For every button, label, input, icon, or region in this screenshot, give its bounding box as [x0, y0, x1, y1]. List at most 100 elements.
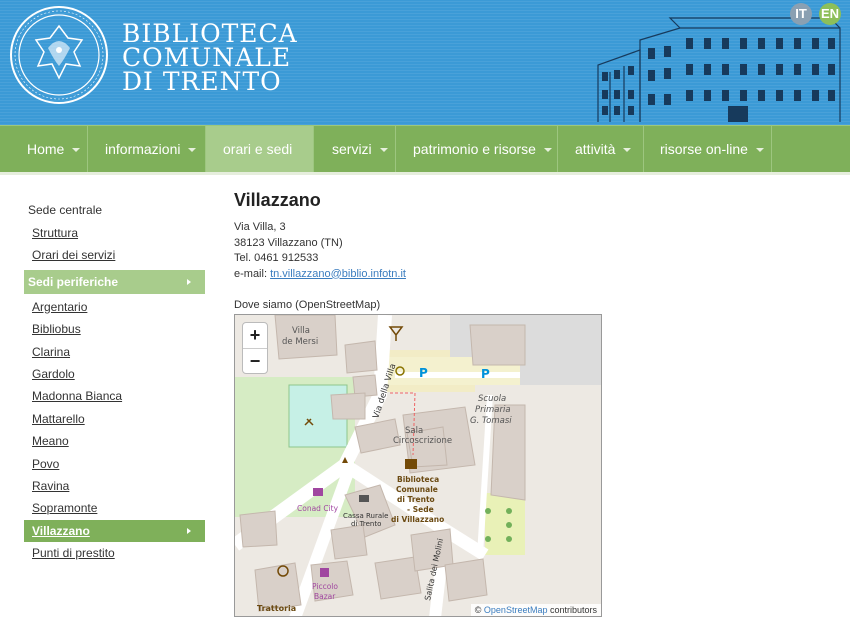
chevron-down-icon	[72, 148, 81, 153]
chevron-down-icon	[755, 148, 764, 153]
map-label-piccolo: Piccolo	[312, 582, 338, 591]
sidebar-item-madonna-bianca[interactable]: Madonna Bianca	[24, 385, 205, 407]
nav-home-label: Home	[27, 141, 65, 157]
email-link[interactable]: tn.villazzano@biblio.infotn.it	[270, 268, 406, 280]
nav-servizi-label: servizi	[332, 141, 372, 157]
map-label-biblioteca-5: di Villazzano	[391, 515, 444, 524]
bank-icon	[359, 495, 369, 502]
map-building	[330, 524, 368, 560]
attribution-prefix: ©	[474, 605, 484, 615]
library-building-illustration	[597, 17, 841, 122]
site-logo-text[interactable]: BIBLIOTECA COMUNALE DI TRENTO	[122, 21, 298, 96]
sidebar-item-mattarello[interactable]: Mattarello	[24, 408, 205, 430]
map-building	[330, 392, 366, 420]
sidebar-item-clarina[interactable]: Clarina	[24, 341, 205, 363]
lang-it-button[interactable]: IT	[790, 3, 812, 25]
sidebar-item-sopramonte[interactable]: Sopramonte	[24, 497, 205, 519]
map-label-cassa: Cassa Rurale	[343, 512, 388, 520]
map-label-biblioteca: Biblioteca	[397, 475, 439, 484]
sidebar-item-povo[interactable]: Povo	[24, 453, 205, 475]
sidebar-item-villazzano-label: Villazzano	[32, 523, 90, 538]
map-label-piccolo-2: Bazar	[314, 592, 336, 601]
nav-risorse-on-line[interactable]: risorse on-line	[644, 126, 772, 173]
map-label-villa: Villa	[292, 326, 310, 336]
city-seal-logo[interactable]	[8, 4, 110, 106]
nav-orari-e-sedi[interactable]: orari e sedi	[206, 126, 314, 173]
telephone: Tel. 0461 912533	[234, 252, 319, 264]
chevron-down-icon	[188, 148, 197, 153]
chevron-down-icon	[623, 148, 632, 153]
nav-attivita[interactable]: attività	[558, 126, 644, 173]
map-label-sala-2: Circoscrizione	[393, 436, 452, 446]
tree-icon	[506, 536, 512, 542]
tree-icon	[506, 508, 512, 514]
nav-informazioni[interactable]: informazioni	[88, 126, 206, 173]
sidebar-group-sedi-periferiche[interactable]: Sedi periferiche	[24, 269, 205, 294]
sidebar-item-orari-dei-servizi[interactable]: Orari dei servizi	[24, 244, 205, 266]
map-attribution: © OpenStreetMap contributors	[470, 604, 601, 616]
map-building	[469, 324, 526, 366]
nav-bottom-border	[0, 172, 850, 175]
nav-attivita-label: attività	[575, 141, 616, 157]
map-label-scuola-2: Primaria	[475, 405, 511, 415]
map-building	[444, 558, 488, 602]
gift-shop-icon	[320, 568, 329, 577]
attribution-suffix: contributors	[547, 605, 597, 615]
map-label-biblioteca-2: Comunale	[396, 485, 438, 494]
map-zoom-control: + −	[242, 322, 268, 374]
email-label: e-mail:	[234, 267, 271, 280]
map-label-conad: Conad City	[297, 504, 339, 513]
sidebar-item-struttura[interactable]: Struttura	[24, 222, 205, 244]
main-navigation: Home informazioni orari e sedi servizi p…	[0, 125, 850, 173]
chevron-right-icon	[187, 278, 191, 285]
page-title: Villazzano	[234, 190, 321, 210]
sidebar-item-bibliobus[interactable]: Bibliobus	[24, 318, 205, 340]
sidebar-item-meano[interactable]: Meano	[24, 430, 205, 452]
map-label-cassa-2: di Trento	[351, 520, 381, 528]
map-heading: Dove siamo (OpenStreetMap)	[234, 299, 381, 311]
logo-line-3: DI TRENTO	[122, 67, 282, 96]
zoom-in-button[interactable]: +	[243, 323, 267, 348]
attribution-link[interactable]: OpenStreetMap	[484, 605, 548, 615]
email-line: e-mail: tn.villazzano@biblio.infotn.it	[234, 267, 834, 283]
lang-en-button[interactable]: EN	[819, 3, 841, 25]
nav-servizi[interactable]: servizi	[314, 126, 396, 173]
main-content: Villazzano Via Villa, 3 38123 Villazzano…	[234, 190, 834, 617]
openstreetmap-map[interactable]: Villa de Mersi Sala Circoscrizione Scuol…	[234, 314, 602, 617]
nav-risorse-label: risorse on-line	[660, 141, 748, 157]
tree-icon	[485, 508, 491, 514]
map-school-yard	[485, 493, 525, 555]
map-building	[239, 510, 278, 548]
nav-patrimonio-e-risorse[interactable]: patrimonio e risorse	[396, 126, 558, 173]
sidebar-item-argentario[interactable]: Argentario	[24, 296, 205, 318]
tree-icon	[506, 522, 512, 528]
nav-patrimonio-label: patrimonio e risorse	[413, 141, 536, 157]
nav-home[interactable]: Home	[0, 126, 88, 173]
nav-informazioni-label: informazioni	[105, 141, 181, 157]
sidebar-item-ravina[interactable]: Ravina	[24, 475, 205, 497]
sidebar-item-punti-di-prestito[interactable]: Punti di prestito	[24, 542, 205, 564]
zoom-out-button[interactable]: −	[243, 348, 267, 373]
address-city: 38123 Villazzano (TN)	[234, 236, 343, 249]
map-label-biblioteca-4: - Sede	[407, 505, 434, 514]
nav-orari-label: orari e sedi	[223, 141, 293, 157]
sidebar-section-sede-centrale: Sede centrale	[28, 203, 103, 217]
map-parking-icon: P	[419, 366, 428, 380]
sidebar-item-villazzano[interactable]: Villazzano	[24, 519, 205, 543]
chevron-right-icon	[187, 527, 191, 534]
site-header: BIBLIOTECA COMUNALE DI TRENTO IT EN	[0, 0, 850, 125]
map-label-villa-2: de Mersi	[282, 337, 318, 347]
map-canvas[interactable]: Villa de Mersi Sala Circoscrizione Scuol…	[235, 315, 602, 617]
map-label-biblioteca-3: di Trento	[397, 495, 435, 504]
library-icon	[405, 459, 417, 469]
address-street: Via Villa, 3	[234, 221, 286, 233]
chevron-down-icon	[543, 148, 552, 153]
tree-icon	[485, 536, 491, 542]
map-label-trattoria: Trattoria	[257, 604, 296, 613]
bar-icon	[388, 326, 404, 341]
sidebar-item-gardolo[interactable]: Gardolo	[24, 363, 205, 385]
map-label-sala: Sala	[405, 426, 423, 436]
chevron-down-icon	[379, 148, 388, 153]
map-parking-icon: P	[481, 367, 490, 381]
map-building	[344, 340, 378, 374]
